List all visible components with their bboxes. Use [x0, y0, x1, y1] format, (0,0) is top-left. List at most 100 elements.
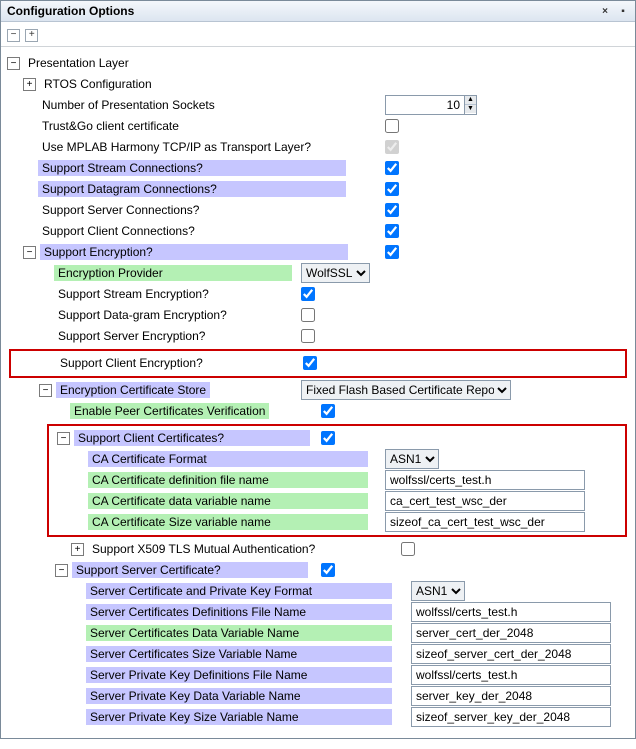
mplab-checkbox — [385, 140, 399, 154]
highlight-box-client-certs: − Support Client Certificates? CA Certif… — [47, 424, 627, 537]
close-icon[interactable]: ▪ — [617, 5, 629, 17]
tree-item-pk-data-var: Server Private Key Data Variable Name — [1, 686, 635, 707]
sockets-input[interactable] — [385, 95, 465, 115]
label: Support Data-gram Encryption? — [54, 307, 231, 323]
titlebar: Configuration Options × ▪ — [1, 1, 635, 22]
cert-store-select[interactable]: Fixed Flash Based Certificate Repo — [301, 380, 511, 400]
client-certs-checkbox[interactable] — [321, 431, 335, 445]
label: CA Certificate definition file name — [88, 472, 368, 488]
tree-item-num-sockets: Number of Presentation Sockets ▲▼ — [1, 95, 635, 116]
stream-enc-checkbox[interactable] — [301, 287, 315, 301]
client-enc-checkbox[interactable] — [303, 356, 317, 370]
tree-item-rtos[interactable]: + RTOS Configuration — [1, 74, 635, 95]
tree-item-cert-store[interactable]: − Encryption Certificate Store Fixed Fla… — [1, 380, 635, 401]
enc-provider-select[interactable]: WolfSSL — [301, 263, 370, 283]
x509-checkbox[interactable] — [401, 542, 415, 556]
window-title: Configuration Options — [7, 4, 134, 18]
server-enc-checkbox[interactable] — [301, 329, 315, 343]
highlight-box-client-enc: Support Client Encryption? — [9, 349, 627, 378]
sockets-stepper[interactable]: ▲▼ — [385, 95, 477, 115]
tree-item-pk-size-var: Server Private Key Size Variable Name — [1, 707, 635, 728]
stream-conn-checkbox[interactable] — [385, 161, 399, 175]
tree-item-sc-format: Server Certificate and Private Key Forma… — [1, 581, 635, 602]
label: Encryption Certificate Store — [56, 382, 210, 398]
tree-item-mplab: Use MPLAB Harmony TCP/IP as Transport La… — [1, 137, 635, 158]
label: Server Certificates Definitions File Nam… — [86, 604, 392, 620]
tree-item-sc-def-file: Server Certificates Definitions File Nam… — [1, 602, 635, 623]
tree-item-server-cert[interactable]: − Support Server Certificate? — [1, 560, 635, 581]
step-down-icon[interactable]: ▼ — [465, 105, 476, 113]
tree-item-dgram-conn: Support Datagram Connections? — [1, 179, 635, 200]
toolbar: − + — [1, 22, 635, 47]
label: Server Private Key Definitions File Name — [86, 667, 392, 683]
sc-def-file-input[interactable] — [411, 602, 611, 622]
toggle-icon[interactable]: + — [23, 78, 36, 91]
tree-item-trustgo: Trust&Go client certificate — [1, 116, 635, 137]
tree-item-enc-provider: Encryption Provider WolfSSL — [1, 263, 635, 284]
tree-item-stream-conn: Support Stream Connections? — [1, 158, 635, 179]
label: Use MPLAB Harmony TCP/IP as Transport La… — [38, 139, 315, 155]
label: RTOS Configuration — [40, 76, 156, 92]
dgram-enc-checkbox[interactable] — [301, 308, 315, 322]
tree-item-pk-def-file: Server Private Key Definitions File Name — [1, 665, 635, 686]
toggle-icon[interactable]: − — [55, 564, 68, 577]
label: Number of Presentation Sockets — [38, 97, 219, 113]
label: CA Certificate Size variable name — [88, 514, 368, 530]
tree-item-server-conn: Support Server Connections? — [1, 200, 635, 221]
label: Server Private Key Data Variable Name — [86, 688, 392, 704]
toggle-icon[interactable]: − — [57, 432, 70, 445]
expand-all-button[interactable]: + — [25, 29, 38, 42]
sc-format-select[interactable]: ASN1 — [411, 581, 465, 601]
trustgo-checkbox[interactable] — [385, 119, 399, 133]
dgram-conn-checkbox[interactable] — [385, 182, 399, 196]
ca-def-file-input[interactable] — [385, 470, 585, 490]
tree-item-server-enc: Support Server Encryption? — [1, 326, 635, 347]
tree-item-root[interactable]: − Presentation Layer — [1, 53, 635, 74]
tree-item-ca-data-var: CA Certificate data variable name — [49, 491, 625, 512]
client-conn-checkbox[interactable] — [385, 224, 399, 238]
collapse-all-button[interactable]: − — [7, 29, 20, 42]
toggle-icon[interactable]: − — [7, 57, 20, 70]
pk-size-var-input[interactable] — [411, 707, 611, 727]
label: Support Datagram Connections? — [38, 181, 346, 197]
label: Support Server Connections? — [38, 202, 203, 218]
config-window: Configuration Options × ▪ − + − Presenta… — [0, 0, 636, 739]
label: Support Client Certificates? — [74, 430, 310, 446]
toggle-icon[interactable]: − — [39, 384, 52, 397]
tree-item-encryption[interactable]: − Support Encryption? — [1, 242, 635, 263]
label: CA Certificate Format — [88, 451, 368, 467]
label: Trust&Go client certificate — [38, 118, 183, 134]
label: Presentation Layer — [24, 55, 133, 71]
sc-data-var-input[interactable] — [411, 623, 611, 643]
tree-item-client-conn: Support Client Connections? — [1, 221, 635, 242]
label: Encryption Provider — [54, 265, 292, 281]
pin-icon[interactable]: × — [599, 5, 611, 17]
ca-size-var-input[interactable] — [385, 512, 585, 532]
toggle-icon[interactable]: + — [71, 543, 84, 556]
label: Support X509 TLS Mutual Authentication? — [88, 541, 319, 557]
label: Support Stream Encryption? — [54, 286, 213, 302]
ca-format-select[interactable]: ASN1 — [385, 449, 439, 469]
peer-verify-checkbox[interactable] — [321, 404, 335, 418]
tree-item-ca-def-file: CA Certificate definition file name — [49, 470, 625, 491]
tree-item-client-certs[interactable]: − Support Client Certificates? — [49, 428, 625, 449]
tree-item-ca-format: CA Certificate Format ASN1 — [49, 449, 625, 470]
encryption-checkbox[interactable] — [385, 245, 399, 259]
tree-item-x509[interactable]: + Support X509 TLS Mutual Authentication… — [1, 539, 635, 560]
tree-item-sc-data-var: Server Certificates Data Variable Name — [1, 623, 635, 644]
step-up-icon[interactable]: ▲ — [465, 96, 476, 105]
server-cert-checkbox[interactable] — [321, 563, 335, 577]
sc-size-var-input[interactable] — [411, 644, 611, 664]
tree-item-ca-size-var: CA Certificate Size variable name — [49, 512, 625, 533]
label: Support Client Encryption? — [56, 355, 207, 371]
label: Support Client Connections? — [38, 223, 199, 239]
label: CA Certificate data variable name — [88, 493, 368, 509]
pk-def-file-input[interactable] — [411, 665, 611, 685]
toggle-icon[interactable]: − — [23, 246, 36, 259]
label: Support Encryption? — [40, 244, 348, 260]
ca-data-var-input[interactable] — [385, 491, 585, 511]
label: Support Server Certificate? — [72, 562, 308, 578]
server-conn-checkbox[interactable] — [385, 203, 399, 217]
tree-item-client-enc: Support Client Encryption? — [11, 353, 625, 374]
pk-data-var-input[interactable] — [411, 686, 611, 706]
